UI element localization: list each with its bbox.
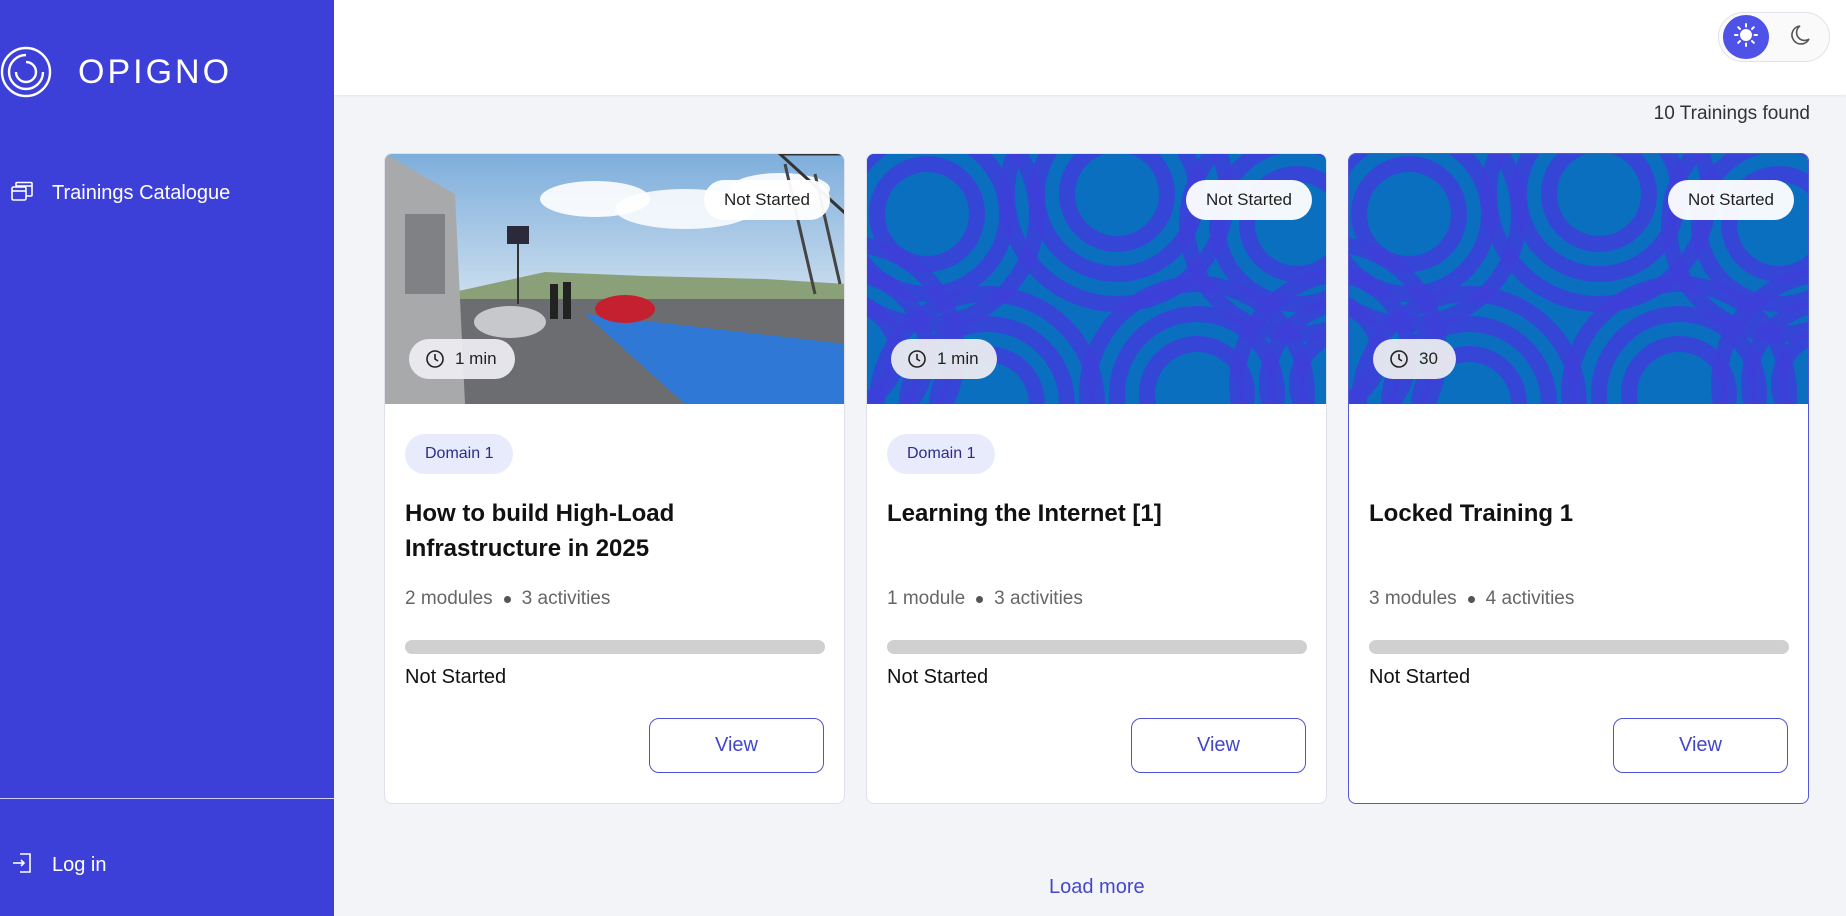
app: OPIGNO Trainings Catalogue Log in 10 Tra… — [0, 0, 1846, 916]
catalogue-icon — [10, 179, 34, 208]
top-header — [334, 0, 1846, 95]
status-badge: Not Started — [1186, 180, 1312, 220]
duration-text: 1 min — [937, 349, 979, 368]
card-body: Domain 1 Learning the Internet [1] 1 mod… — [867, 404, 1326, 803]
meta-separator — [976, 595, 984, 603]
modules-count: 2 modules — [405, 588, 493, 609]
training-image: Not Started 30 — [1349, 154, 1808, 404]
load-more-link[interactable]: Load more — [1049, 876, 1145, 899]
dark-mode-button[interactable] — [1779, 15, 1825, 59]
duration-badge: 1 min — [891, 339, 997, 379]
logo-text: OPIGNO — [78, 52, 233, 91]
progress-label: Not Started — [887, 666, 989, 688]
sidebar-item-trainings-catalogue[interactable]: Trainings Catalogue — [0, 176, 334, 210]
login-label: Log in — [52, 853, 107, 876]
activities-count: 3 activities — [521, 588, 611, 609]
login-icon — [10, 851, 34, 880]
progress-label: Not Started — [405, 666, 507, 688]
training-image: Not Started 1 min — [385, 154, 844, 404]
modules-count: 3 modules — [1369, 588, 1457, 609]
login-button[interactable]: Log in — [0, 848, 334, 882]
card-body: Locked Training 1 3 modules 4 activities… — [1349, 404, 1808, 803]
progress-bar — [1369, 640, 1789, 654]
activities-count: 4 activities — [1485, 588, 1575, 609]
training-image: Not Started 1 min — [867, 154, 1326, 404]
card-body: Domain 1 How to build High-Load Infrastr… — [385, 404, 844, 803]
progress-label: Not Started — [1369, 666, 1471, 688]
duration-badge: 1 min — [409, 339, 515, 379]
training-cards: Not Started 1 min Domain 1 How to build … — [384, 153, 1809, 804]
domain-tag: Domain 1 — [405, 434, 514, 474]
training-title: How to build High-Load Infrastructure in… — [405, 500, 675, 562]
sidebar-divider — [0, 798, 334, 799]
sidebar-item-label: Trainings Catalogue — [52, 181, 231, 204]
duration-badge: 30 — [1373, 339, 1456, 379]
meta-separator — [1467, 595, 1475, 603]
status-badge: Not Started — [704, 180, 830, 220]
training-title: Locked Training 1 — [1369, 500, 1574, 527]
opigno-logo-icon — [0, 46, 52, 98]
duration-text: 1 min — [455, 349, 497, 368]
sun-icon — [1733, 22, 1759, 53]
clock-icon — [1389, 349, 1409, 369]
view-button[interactable]: View — [649, 718, 824, 773]
view-button[interactable]: View — [1613, 718, 1788, 773]
clock-icon — [425, 349, 445, 369]
training-card: Not Started 1 min Domain 1 Learning the … — [866, 153, 1327, 804]
activities-count: 3 activities — [994, 588, 1083, 609]
meta-separator — [503, 595, 511, 603]
training-meta: 3 modules 4 activities — [1369, 588, 1574, 610]
results-count: 10 Trainings found — [1653, 103, 1810, 124]
duration-text: 30 — [1419, 349, 1438, 368]
status-badge: Not Started — [1668, 180, 1794, 220]
training-meta: 2 modules 3 activities — [405, 588, 610, 610]
modules-count: 1 module — [887, 588, 966, 609]
training-card: Not Started 30 Locked Training 1 3 modul… — [1348, 153, 1809, 804]
domain-tag: Domain 1 — [887, 434, 996, 474]
light-mode-button[interactable] — [1723, 15, 1769, 59]
training-card: Not Started 1 min Domain 1 How to build … — [384, 153, 845, 804]
training-meta: 1 module 3 activities — [887, 588, 1083, 610]
view-button[interactable]: View — [1131, 718, 1306, 773]
clock-icon — [907, 349, 927, 369]
logo[interactable]: OPIGNO — [0, 46, 232, 98]
progress-bar — [887, 640, 1307, 654]
training-title: Learning the Internet [1] — [887, 500, 1162, 527]
moon-icon — [1789, 22, 1815, 53]
theme-toggle[interactable] — [1718, 12, 1830, 62]
sidebar: OPIGNO Trainings Catalogue Log in — [0, 0, 334, 916]
progress-bar — [405, 640, 825, 654]
